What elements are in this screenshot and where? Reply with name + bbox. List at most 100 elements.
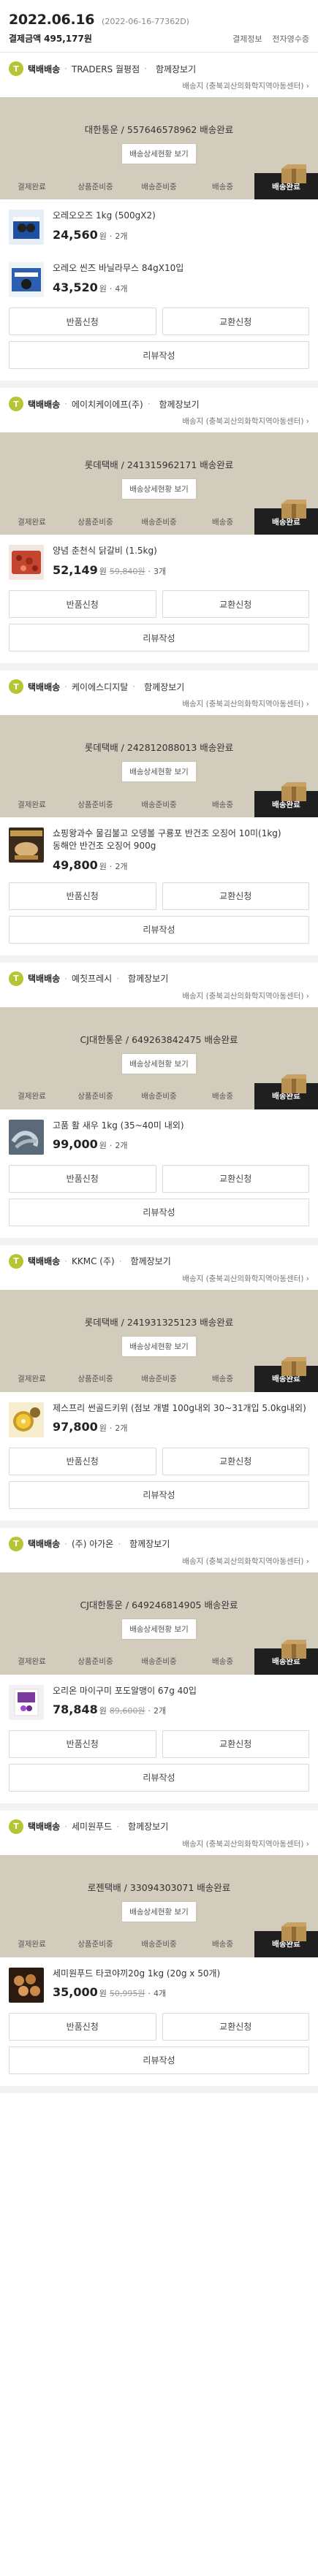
exchange-request-button[interactable]: 교환신청 xyxy=(162,1164,309,1193)
delivery-type: 택배배송 xyxy=(28,64,61,74)
tracking-detail-button[interactable]: 배송상세현황 보기 xyxy=(121,1052,197,1074)
bundle-shopping-link[interactable]: 함께장보기 xyxy=(128,972,168,985)
carrier-section: CJ대한통운 / 649263842475 배송완료 배송상세현황 보기 xyxy=(0,1007,318,1083)
product-thumbnail[interactable] xyxy=(9,1402,44,1437)
seller-name[interactable]: KKMC (주) xyxy=(72,1255,115,1267)
seller-name[interactable]: (주) 아가온 xyxy=(72,1537,113,1550)
package-header: T 택배배송 · TRADERS 월평점 · 함께장보기 배송지 (충북괴산의화학지역아동센… xyxy=(0,53,318,97)
exchange-request-button[interactable]: 교환신청 xyxy=(162,307,309,335)
separator: · xyxy=(64,1821,67,1832)
carrier-section: 롯데택배 / 241931325123 배송완료 배송상세현황 보기 xyxy=(0,1290,318,1366)
exchange-request-button[interactable]: 교환신청 xyxy=(162,2012,309,2041)
bundle-shopping-link[interactable]: 함께장보기 xyxy=(129,1537,170,1550)
payment-info-link[interactable]: 결제정보 xyxy=(232,34,262,44)
product-thumbnail[interactable] xyxy=(9,1967,44,2003)
write-review-button[interactable]: 리뷰작성 xyxy=(9,1763,309,1792)
tracking-detail-button[interactable]: 배송상세현황 보기 xyxy=(121,761,197,782)
return-request-button[interactable]: 반품신청 xyxy=(9,882,156,910)
order-item[interactable]: 세미원푸드 타코야끼20g 1kg (20g x 50개) 35,000 원 50,9… xyxy=(0,1957,318,2010)
tracking-detail-button[interactable]: 배송상세현황 보기 xyxy=(121,478,197,500)
write-review-button[interactable]: 리뷰작성 xyxy=(9,341,309,369)
delivery-address[interactable]: 배송지 (충북괴산의화학지역아동센터) › xyxy=(9,990,309,1001)
original-price: 89,600원 xyxy=(109,1706,145,1716)
delivery-address[interactable]: 배송지 (충북괴산의화학지역아동센터) › xyxy=(9,80,309,91)
order-item[interactable]: 오리온 마이구미 포도알맹이 67g 40입 78,848 원 89,600원 · 2개 xyxy=(0,1675,318,1727)
delivery-address[interactable]: 배송지 (충북괴산의화학지역아동센터) › xyxy=(9,698,309,709)
exchange-request-button[interactable]: 교환신청 xyxy=(162,590,309,618)
order-item[interactable]: 쇼핑왕과수 물김불고 오뎅볼 구룡포 반건조 오징어 10미(1kg) 동해안 … xyxy=(0,817,318,879)
write-review-button[interactable]: 리뷰작성 xyxy=(9,2046,309,2074)
currency-unit: 원 xyxy=(99,566,107,576)
order-header: 2022.06.16 (2022-06-16-77362D) 결제금액 495,1… xyxy=(0,0,318,53)
product-name[interactable]: 고품 활 새우 1kg (35~40미 내외) xyxy=(53,1120,309,1132)
bundle-shopping-link[interactable]: 함께장보기 xyxy=(131,1255,171,1267)
order-item[interactable]: 양념 춘천식 닭갈비 (1.5kg) 52,149 원 59,840원 · 3개 xyxy=(0,535,318,587)
order-item[interactable]: 오레오 씬즈 바닐라무스 84gX10입 43,520 원 · 4개 xyxy=(0,252,318,305)
carrier-status: 롯데택배 / 242812088013 배송완료 xyxy=(84,742,234,753)
product-name[interactable]: 쇼핑왕과수 물김불고 오뎅볼 구룡포 반건조 오징어 10미(1kg) 동해안 … xyxy=(53,828,309,852)
delivery-badge-icon: T xyxy=(9,61,23,76)
price-row: 78,848 원 89,600원 · 2개 xyxy=(53,1702,309,1716)
seller-name[interactable]: TRADERS 월평점 xyxy=(72,63,140,75)
exchange-request-button[interactable]: 교환신청 xyxy=(162,1447,309,1475)
delivery-address[interactable]: 배송지 (충북괴산의화학지역아동센터) › xyxy=(9,416,309,427)
delivery-type: 택배배송 xyxy=(28,1822,61,1832)
currency-unit: 원 xyxy=(99,1706,107,1716)
carrier-section: 로젠택배 / 33094303071 배송완료 배송상세현황 보기 xyxy=(0,1855,318,1931)
return-request-button[interactable]: 반품신청 xyxy=(9,1164,156,1193)
tracking-detail-button[interactable]: 배송상세현황 보기 xyxy=(121,1335,197,1357)
order-item[interactable]: 오레오오즈 1kg (500gX2) 24,560 원 · 2개 xyxy=(0,199,318,252)
return-request-button[interactable]: 반품신청 xyxy=(9,2012,156,2041)
product-name[interactable]: 오레오 씬즈 바닐라무스 84gX10입 xyxy=(53,262,309,275)
product-name[interactable]: 제스프리 썬골드키위 (점보 개별 100g내외 30~31개입 5.0kg내외… xyxy=(53,1402,309,1415)
delivery-address[interactable]: 배송지 (충북괴산의화학지역아동센터) › xyxy=(9,1838,309,1849)
product-name[interactable]: 양념 춘천식 닭갈비 (1.5kg) xyxy=(53,545,309,557)
currency-unit: 원 xyxy=(99,1423,107,1434)
return-request-button[interactable]: 반품신청 xyxy=(9,590,156,618)
package-actions: 반품신청 교환신청리뷰작성 xyxy=(0,1445,318,1521)
product-thumbnail[interactable] xyxy=(9,1119,44,1155)
product-thumbnail[interactable] xyxy=(9,545,44,580)
delivery-address[interactable]: 배송지 (충북괴산의화학지역아동센터) › xyxy=(9,1556,309,1567)
tracking-detail-button[interactable]: 배송상세현황 보기 xyxy=(121,143,197,164)
address-prefix: 배송지 xyxy=(182,1274,204,1283)
write-review-button[interactable]: 리뷰작성 xyxy=(9,1198,309,1226)
package-card: T 택배배송 · (주) 아가온 · 함께장보기배송지 (충북괴산의화학지역아동센터) ›… xyxy=(0,1528,318,1811)
seller-name[interactable]: 케이에스디지탈 xyxy=(72,681,128,693)
original-price: 50,995원 xyxy=(109,1989,145,1999)
seller-name[interactable]: 에이치케이에프(주) xyxy=(72,398,143,410)
delivery-address[interactable]: 배송지 (충북괴산의화학지역아동센터) › xyxy=(9,1273,309,1284)
product-thumbnail[interactable] xyxy=(9,828,44,863)
package-title-line: T 택배배송 · (주) 아가온 · 함께장보기 xyxy=(9,1536,309,1551)
return-request-button[interactable]: 반품신청 xyxy=(9,307,156,335)
product-thumbnail[interactable] xyxy=(9,1684,44,1720)
tracking-detail-button[interactable]: 배송상세현황 보기 xyxy=(121,1900,197,1922)
seller-name[interactable]: 세미원푸드 xyxy=(72,1820,112,1832)
e-receipt-link[interactable]: 전자영수증 xyxy=(272,34,309,44)
bundle-shopping-link[interactable]: 함께장보기 xyxy=(156,63,196,75)
bundle-shopping-link[interactable]: 함께장보기 xyxy=(128,1820,168,1832)
product-name[interactable]: 오레오오즈 1kg (500gX2) xyxy=(53,210,309,222)
order-item[interactable]: 고품 활 새우 1kg (35~40미 내외) 99,000 원 · 2개 xyxy=(0,1109,318,1162)
return-request-button[interactable]: 반품신청 xyxy=(9,1447,156,1475)
product-thumbnail[interactable] xyxy=(9,210,44,245)
exchange-request-button[interactable]: 교환신청 xyxy=(162,882,309,910)
bundle-shopping-link[interactable]: 함께장보기 xyxy=(144,681,184,693)
address-value: (충북괴산의화학지역아동센터) xyxy=(205,82,304,91)
bundle-shopping-link[interactable]: 함께장보기 xyxy=(159,398,200,410)
seller-name[interactable]: 예칫프레시 xyxy=(72,972,112,985)
write-review-button[interactable]: 리뷰작성 xyxy=(9,1480,309,1509)
write-review-button[interactable]: 리뷰작성 xyxy=(9,624,309,651)
write-review-button[interactable]: 리뷰작성 xyxy=(9,915,309,944)
separator: · xyxy=(148,1989,151,1999)
chevron-right-icon: › xyxy=(303,700,309,708)
exchange-request-button[interactable]: 교환신청 xyxy=(162,1730,309,1758)
product-name[interactable]: 세미원푸드 타코야끼20g 1kg (20g x 50개) xyxy=(53,1968,309,1980)
separator: · xyxy=(64,1255,67,1266)
tracking-detail-button[interactable]: 배송상세현황 보기 xyxy=(121,1618,197,1640)
return-request-button[interactable]: 반품신청 xyxy=(9,1730,156,1758)
order-item[interactable]: 제스프리 썬골드키위 (점보 개별 100g내외 30~31개입 5.0kg내외… xyxy=(0,1392,318,1445)
product-name[interactable]: 오리온 마이구미 포도알맹이 67g 40입 xyxy=(53,1685,309,1697)
separator: · xyxy=(109,1423,113,1434)
product-thumbnail[interactable] xyxy=(9,262,44,297)
